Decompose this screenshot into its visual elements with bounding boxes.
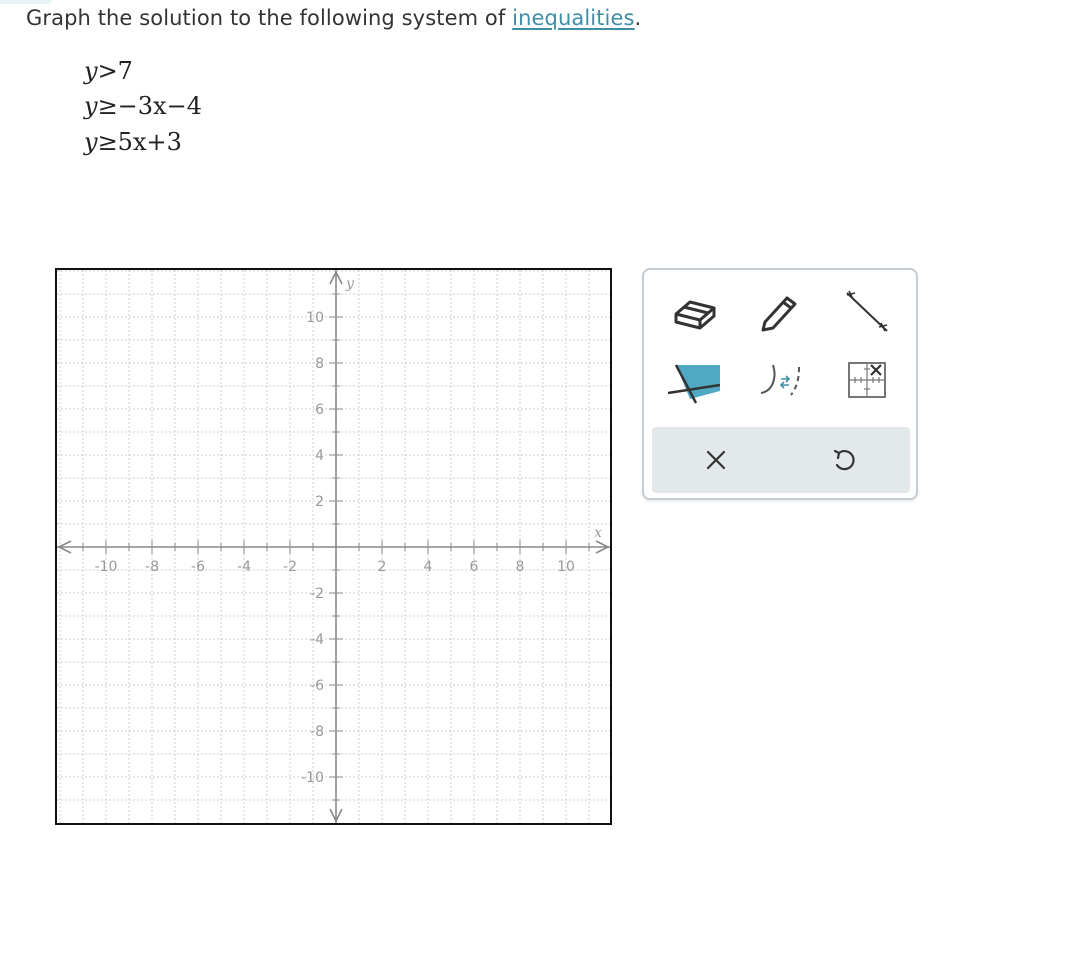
y-tick-label: 2 [315,494,324,510]
y-tick-label: 8 [315,356,324,372]
eraser-icon [674,300,716,330]
coordinate-grid[interactable]: -10 -8 -6 -4 -2 2 4 6 8 10 10 8 6 4 2 -2 -4 -6 -8 -10 x y [57,270,610,823]
y-tick-label: -2 [310,586,324,602]
graph-toolbar [642,268,918,500]
x-tick-label: -10 [95,559,118,575]
action-bar [652,427,910,493]
y-tick-label: -4 [310,632,324,648]
prompt-period: . [634,6,642,30]
shade-tool-button[interactable] [659,352,729,408]
inequality-1-op: > [97,57,118,85]
y-axis-label: y [345,276,355,292]
inequality-1-rhs: 7 [117,57,133,85]
pencil-tool-button[interactable] [746,284,816,340]
line-segment-icon [846,290,888,332]
x-tick-label: 10 [557,559,575,575]
clear-button[interactable] [686,437,746,483]
inequality-2: y≥−3x−4 [84,92,202,120]
x-tick-label: -2 [283,559,297,575]
shade-region-icon [667,364,721,404]
inequality-3-rhs: 5x+3 [117,128,182,156]
x-tick-label: -8 [145,559,159,575]
x-tick-label: 4 [424,559,433,575]
inequality-3: y≥5x+3 [84,128,182,156]
x-tick-label: -6 [191,559,205,575]
line-tool-button[interactable] [832,284,902,340]
inequalities-link[interactable]: inequalities [512,6,634,30]
inequality-1: y>7 [84,57,133,85]
close-x-icon [706,450,726,470]
x-axis-label: x [594,525,602,541]
y-tick-label: 4 [315,448,324,464]
inequality-2-op: ≥ [97,92,118,120]
prompt-text: Graph the solution to the following syst… [26,6,513,30]
x-tick-label: -4 [237,559,251,575]
y-tick-label: -6 [310,678,324,694]
y-tick-label: 6 [315,402,324,418]
undo-icon [833,449,855,471]
y-tick-label: -10 [301,770,324,786]
clear-graph-icon [848,362,886,398]
inequality-2-rhs: −3x−4 [117,92,202,120]
top-tab-indicator [0,0,52,4]
clear-graph-tool-button[interactable] [832,352,902,408]
y-tick-label: 10 [306,310,324,326]
y-tick-label: -8 [310,724,324,740]
pencil-icon [761,296,797,332]
question-prompt: Graph the solution to the following syst… [26,6,641,30]
inequality-3-op: ≥ [97,128,118,156]
undo-button[interactable] [814,437,874,483]
x-tick-label: 2 [378,559,387,575]
graphing-canvas[interactable]: -10 -8 -6 -4 -2 2 4 6 8 10 10 8 6 4 2 -2 -4 -6 -8 -10 x y [55,268,612,825]
inequality-2-lhs: y [84,92,98,120]
solid-dashed-icon [760,364,800,396]
eraser-tool-button[interactable] [659,284,729,340]
solid-dashed-toggle-button[interactable] [746,352,816,408]
x-tick-label: 6 [470,559,479,575]
x-tick-label: 8 [516,559,525,575]
inequality-1-lhs: y [84,57,98,85]
inequality-3-lhs: y [84,128,98,156]
